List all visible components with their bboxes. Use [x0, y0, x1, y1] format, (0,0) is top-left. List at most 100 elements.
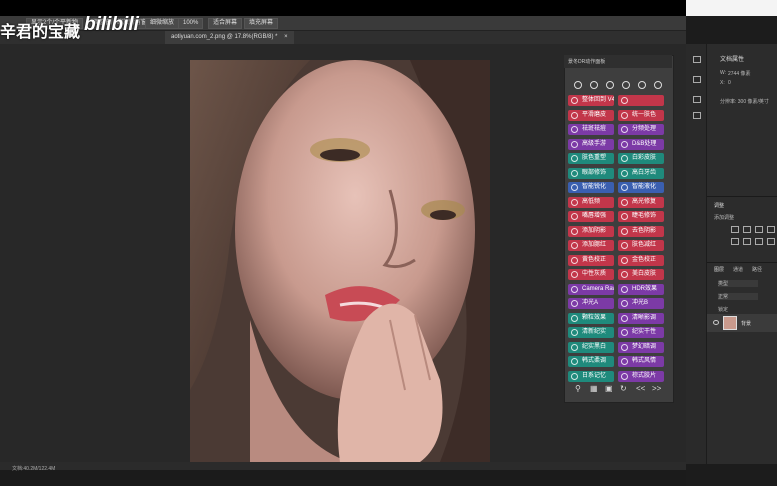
plugin-action-button[interactable]: 高级手游 [568, 138, 614, 150]
plugin-action-label: 睫毛修饰 [632, 213, 657, 219]
pen-tool-icon[interactable] [590, 81, 598, 89]
properties-icon[interactable] [693, 96, 701, 103]
plugin-action-button[interactable]: 中性灰质 [568, 269, 614, 280]
plugin-action-button[interactable]: 去色阴影 [618, 225, 664, 237]
plugin-action-button[interactable]: 清新纪实 [568, 327, 614, 338]
bw-adjust-icon[interactable] [755, 238, 763, 245]
history-icon[interactable] [693, 56, 701, 63]
plugin-action-label: 清新纪实 [582, 329, 607, 335]
person-icon[interactable] [638, 81, 646, 89]
paragraph-icon[interactable] [693, 112, 701, 119]
plugin-action-button[interactable]: 智能锐化 [568, 182, 614, 193]
plugin-action-button[interactable]: 肤色减红 [618, 240, 664, 251]
brightness-adjust-icon[interactable] [731, 226, 739, 233]
prev-page-button[interactable]: << [636, 384, 645, 393]
action-icon [621, 242, 628, 249]
action-icon [621, 271, 628, 278]
plugin-action-button[interactable]: 高低频 [568, 196, 614, 208]
plugin-action-label: 颗粒效果 [582, 314, 607, 321]
document-tab[interactable]: aotiyuan.com_2.png @ 17.8%(RGB/8) * × [165, 31, 294, 44]
layer-name: 背景 [741, 321, 752, 327]
plugin-action-button[interactable]: 金色校正 [618, 254, 664, 266]
plugin-action-button[interactable]: 冲光A [568, 298, 614, 309]
plugin-action-label: 统一肤色 [632, 111, 657, 118]
group-icon[interactable] [654, 81, 662, 89]
plugin-action-button[interactable]: Camera Raw [568, 283, 614, 295]
plugin-action-button[interactable]: 韩式风情 [618, 356, 664, 367]
plugin-action-button[interactable]: 黄色校正 [568, 254, 614, 266]
plugin-action-button[interactable]: 梦幻暗调 [618, 341, 664, 353]
tab-paths[interactable]: 路径 [752, 266, 762, 273]
plugin-action-button[interactable]: 统一肤色 [618, 109, 664, 121]
plugin-action-button[interactable]: 清晰影调 [618, 312, 664, 324]
plugin-action-button[interactable]: 高光修复 [618, 196, 664, 208]
curves-adjust-icon[interactable] [755, 226, 763, 233]
plugin-action-label: 纪实黑白 [582, 343, 607, 350]
zoom-100-button[interactable]: 100% [178, 18, 204, 29]
plugin-action-button[interactable]: 添加阴影 [568, 225, 614, 237]
action-icon [571, 285, 578, 293]
close-icon[interactable]: × [284, 34, 288, 40]
right-title-area [686, 0, 777, 16]
option-scrubby-zoom[interactable]: 细微缩放 [145, 18, 180, 29]
exposure-adjust-icon[interactable] [767, 226, 775, 233]
plugin-action-button[interactable]: 肤色重塑 [568, 153, 614, 164]
plugin-action-label: 金色校正 [632, 256, 657, 263]
plugin-action-button[interactable]: HDR效果 [618, 283, 664, 295]
circle-tool-icon[interactable] [622, 81, 630, 89]
plugin-action-button[interactable]: 添加腮红 [568, 240, 614, 251]
plugin-action-button[interactable]: 祛斑祛痘 [568, 124, 614, 135]
eye-icon[interactable] [713, 320, 719, 325]
shape-tool-icon[interactable] [606, 81, 614, 89]
brush-tool-icon[interactable] [574, 81, 582, 89]
portrait-photo[interactable] [190, 60, 490, 462]
plugin-action-button[interactable]: 美白皮肤 [618, 269, 664, 280]
plugin-action-button[interactable]: 棕式胶片 [618, 370, 664, 382]
hue-adjust-icon[interactable] [743, 238, 751, 245]
plugin-action-button[interactable]: 纪实黑白 [568, 341, 614, 353]
plugin-action-button[interactable]: 整体回到 V4.5 [568, 95, 614, 106]
plugin-action-button[interactable]: 睫毛修饰 [618, 211, 664, 222]
plugin-action-button[interactable]: 平滑磨皮 [568, 109, 614, 121]
action-icon [571, 198, 578, 206]
levels-adjust-icon[interactable] [743, 226, 751, 233]
layer-kind-filter[interactable]: 类型 [718, 280, 758, 287]
plugin-action-button[interactable]: 白彩皮肤 [618, 153, 664, 164]
plugin-action-button[interactable]: 韩式柔调 [568, 356, 614, 367]
action-icon [571, 300, 578, 307]
lock-label: 锁定 [718, 307, 729, 313]
plugin-action-button[interactable]: 日系记忆 [568, 370, 614, 382]
refresh-icon[interactable]: ↻ [620, 384, 627, 393]
plugin-action-button[interactable]: 智能液化 [618, 182, 664, 193]
photo-filter-icon[interactable] [767, 238, 775, 245]
layers-icon[interactable]: ▣ [605, 384, 613, 393]
portrait-illustration [190, 60, 490, 462]
plugin-action-button[interactable]: 高白牙齿 [618, 167, 664, 179]
width-value: 2744 像素 [728, 71, 751, 77]
plugin-action-label: D&B处理 [632, 140, 657, 147]
plugin-action-button[interactable]: 眼部修饰 [568, 167, 614, 179]
fit-screen-button[interactable]: 适合屏幕 [208, 18, 243, 29]
vibrance-adjust-icon[interactable] [731, 238, 739, 245]
plugin-action-label: 冲光A [582, 300, 599, 306]
grid-icon[interactable]: ▦ [590, 384, 598, 393]
horizontal-scrollbar[interactable] [0, 470, 686, 486]
fill-screen-button[interactable]: 填充屏幕 [244, 18, 279, 29]
plugin-action-button[interactable]: 纪实干性 [618, 327, 664, 338]
plugin-action-button[interactable]: 嘴唇增强 [568, 211, 614, 222]
plugin-action-button[interactable]: 颗粒效果 [568, 312, 614, 324]
divider [707, 196, 777, 197]
info-icon[interactable] [693, 76, 701, 83]
plugin-action-label: HDR效果 [632, 285, 657, 292]
tab-channels[interactable]: 通道 [733, 266, 743, 273]
tab-layers[interactable]: 图层 [714, 266, 724, 273]
plugin-action-button[interactable] [618, 95, 664, 106]
plugin-action-label: 添加腮红 [582, 242, 607, 248]
next-page-button[interactable]: >> [652, 384, 661, 393]
plugin-action-button[interactable]: 分频处理 [618, 124, 664, 135]
adjustments-tab[interactable]: 调整 [714, 202, 724, 209]
plugin-action-button[interactable]: D&B处理 [618, 138, 664, 150]
search-icon[interactable]: ⚲ [575, 384, 581, 393]
plugin-action-button[interactable]: 冲光B [618, 298, 664, 309]
blend-mode-select[interactable]: 正常 [718, 293, 758, 300]
